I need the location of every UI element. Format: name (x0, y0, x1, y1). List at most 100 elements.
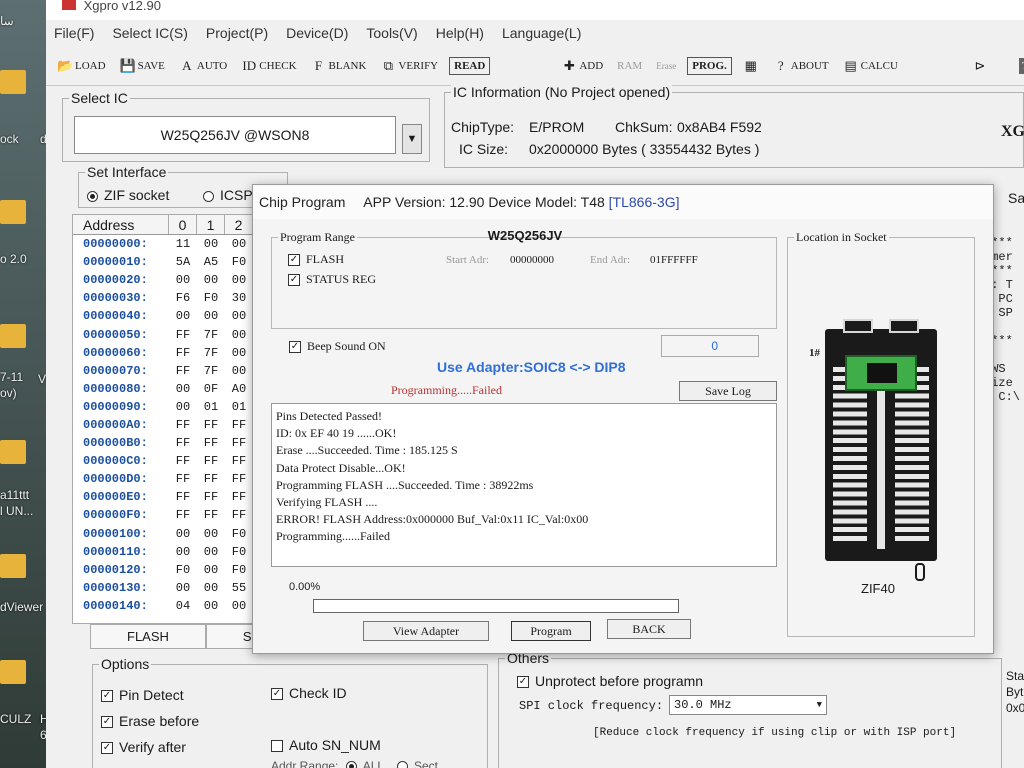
table-row[interactable]: 00000010: 5A A5 F0 (73, 253, 281, 271)
table-row[interactable]: 00000040: 00 00 00 (73, 307, 281, 325)
menu-tools[interactable]: Tools(V) (366, 25, 417, 41)
hex-byte[interactable]: 7F (197, 346, 225, 360)
about-button[interactable]: ? ABOUT (770, 57, 832, 75)
hex-byte[interactable]: FF (169, 490, 197, 504)
verify-after-checkbox[interactable]: ✓ Verify after (101, 739, 186, 755)
auto-sn-checkbox[interactable]: Auto SN_NUM (271, 737, 381, 753)
hex-byte[interactable]: FF (169, 508, 197, 522)
table-row[interactable]: 00000070: FF 7F 00 (73, 362, 281, 380)
hex-byte[interactable]: F0 (225, 255, 253, 269)
chip-button[interactable]: ▦ (740, 57, 762, 75)
tab-flash[interactable]: FLASH (90, 624, 206, 649)
menu-help[interactable]: Help(H) (436, 25, 484, 41)
table-row[interactable]: 00000120: F0 00 F0 (73, 561, 281, 579)
beep-sound-checkbox[interactable]: ✓ Beep Sound ON (289, 339, 386, 354)
spi-clock-select[interactable]: 30.0 MHz ▼ (669, 695, 827, 715)
hex-byte[interactable]: FF (169, 364, 197, 378)
erase-button[interactable]: Erase (653, 59, 679, 73)
hex-byte[interactable]: F0 (225, 527, 253, 541)
folder-icon[interactable] (0, 660, 26, 684)
selected-ic-field[interactable]: W25Q256JV @WSON8 (74, 116, 396, 154)
auto-button[interactable]: A AUTO (176, 57, 230, 75)
hex-byte[interactable]: FF (225, 454, 253, 468)
erase-before-checkbox[interactable]: ✓ Erase before (101, 713, 199, 729)
hex-byte[interactable]: 00 (169, 400, 197, 414)
save-side-button[interactable]: Sa (1008, 190, 1024, 206)
program-button[interactable]: Program (511, 621, 591, 641)
hex-byte[interactable]: A0 (225, 382, 253, 396)
hex-byte[interactable]: 00 (169, 309, 197, 323)
table-row[interactable]: 00000060: FF 7F 00 (73, 344, 281, 362)
hex-byte[interactable]: 00 (225, 346, 253, 360)
hex-byte[interactable]: FF (197, 472, 225, 486)
tv-button[interactable]: TV (1018, 57, 1024, 74)
hex-byte[interactable]: 00 (225, 237, 253, 251)
hex-byte[interactable]: FF (197, 418, 225, 432)
hex-byte[interactable]: 00 (169, 382, 197, 396)
status-reg-checkbox[interactable]: ✓ STATUS REG (288, 272, 376, 287)
hex-byte[interactable]: 00 (225, 328, 253, 342)
folder-icon[interactable] (0, 200, 26, 224)
zif-socket-radio[interactable]: ZIF socket (87, 187, 169, 203)
table-row[interactable]: 00000020: 00 00 00 (73, 271, 281, 289)
hex-byte[interactable]: 30 (225, 291, 253, 305)
hex-byte[interactable]: 04 (169, 599, 197, 613)
check-id-checkbox[interactable]: ✓ Check ID (271, 685, 347, 701)
hex-byte[interactable]: F0 (225, 563, 253, 577)
hex-byte[interactable]: 00 (169, 527, 197, 541)
menu-file[interactable]: File(F) (54, 25, 94, 41)
hex-byte[interactable]: A5 (197, 255, 225, 269)
add-button[interactable]: ✚ ADD (558, 57, 606, 75)
hex-byte[interactable]: FF (169, 346, 197, 360)
hex-byte[interactable]: 00 (197, 545, 225, 559)
table-row[interactable]: 000000E0: FF FF FF (73, 488, 281, 506)
table-row[interactable]: 00000140: 04 00 00 (73, 597, 281, 615)
hex-byte[interactable]: 01 (225, 400, 253, 414)
folder-icon[interactable] (0, 440, 26, 464)
icsp-radio[interactable]: ICSP (203, 187, 253, 203)
hex-byte[interactable]: 01 (197, 400, 225, 414)
table-row[interactable]: 00000130: 00 00 55 (73, 579, 281, 597)
back-button[interactable]: BACK (607, 619, 691, 639)
hex-byte[interactable]: FF (197, 454, 225, 468)
pin-detect-checkbox[interactable]: ✓ Pin Detect (101, 687, 184, 703)
hex-byte[interactable]: 00 (197, 527, 225, 541)
table-row[interactable]: 000000A0: FF FF FF (73, 416, 281, 434)
hex-byte[interactable]: 11 (169, 237, 197, 251)
menu-select-ic[interactable]: Select IC(S) (112, 25, 187, 41)
hex-byte[interactable]: 00 (197, 273, 225, 287)
hex-byte[interactable]: FF (169, 328, 197, 342)
table-row[interactable]: 00000050: FF 7F 00 (73, 325, 281, 343)
folder-icon[interactable] (0, 324, 26, 348)
hex-byte[interactable]: 00 (225, 599, 253, 613)
hex-byte[interactable]: 00 (169, 273, 197, 287)
table-row[interactable]: 00000100: 00 00 F0 (73, 525, 281, 543)
prog-button[interactable]: PROG. (687, 56, 732, 75)
hex-byte[interactable]: FF (197, 436, 225, 450)
hex-byte[interactable]: 00 (225, 364, 253, 378)
hex-byte[interactable]: FF (197, 490, 225, 504)
hex-byte[interactable]: FF (197, 508, 225, 522)
folder-icon[interactable] (0, 70, 26, 94)
check-id-button[interactable]: ID CHECK (238, 57, 299, 75)
hex-byte[interactable]: 00 (197, 563, 225, 577)
hex-buffer-table[interactable]: Address 0 1 2 00000000: 11 00 00 00000010: 5A… (72, 214, 282, 624)
hex-byte[interactable]: FF (225, 436, 253, 450)
table-row[interactable]: 00000090: 00 01 01 (73, 398, 281, 416)
hex-byte[interactable]: FF (225, 472, 253, 486)
folder-icon[interactable] (0, 554, 26, 578)
hex-byte[interactable]: F0 (225, 545, 253, 559)
menu-language[interactable]: Language(L) (502, 25, 581, 41)
hex-byte[interactable]: 00 (169, 545, 197, 559)
hex-byte[interactable]: 7F (197, 364, 225, 378)
status-tab[interactable]: Programming.....Failed (391, 383, 502, 398)
hex-byte[interactable]: F0 (197, 291, 225, 305)
calcu-button[interactable]: ▤ CALCU (840, 57, 901, 75)
hex-byte[interactable]: 00 (225, 309, 253, 323)
radio-unchecked-icon[interactable] (396, 761, 408, 768)
table-row[interactable]: 00000030: F6 F0 30 (73, 289, 281, 307)
table-row[interactable]: 000000B0: FF FF FF (73, 434, 281, 452)
hex-byte[interactable]: FF (169, 454, 197, 468)
save-button[interactable]: 💾 SAVE (117, 57, 168, 75)
hex-byte[interactable]: 00 (197, 309, 225, 323)
